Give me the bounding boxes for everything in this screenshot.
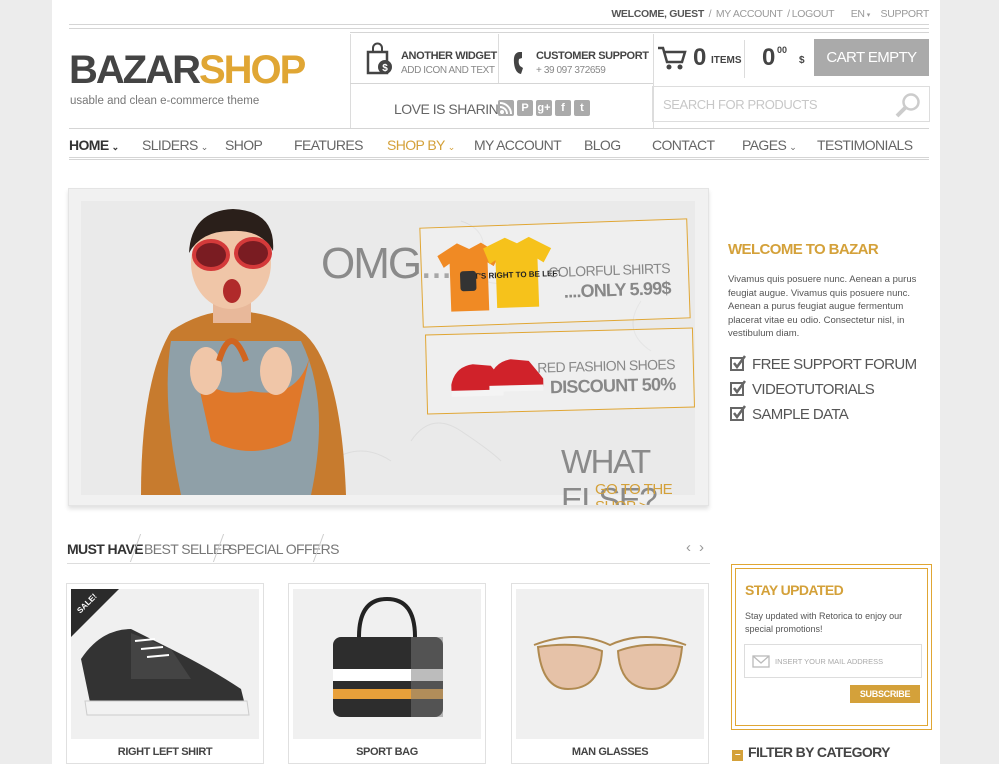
nav-testimonials[interactable]: TESTIMONIALS — [817, 137, 913, 153]
product-card[interactable]: SPORT BAG — [288, 583, 486, 764]
nav-shop-by[interactable]: SHOP BY ⌄ — [387, 137, 455, 153]
main-nav: HOME ⌄ SLIDERS ⌄ SHOP FEATURES SHOP BY ⌄ MY… — [69, 128, 929, 160]
chevron-left-icon[interactable]: ‹ — [686, 539, 691, 556]
bag-image — [333, 596, 443, 717]
product-name[interactable]: MAN GLASSES — [512, 746, 708, 758]
newsletter-text: Stay updated with Retorica to enjoy our … — [745, 611, 903, 634]
facebook-icon[interactable]: f — [555, 100, 571, 116]
product-tabs: MUST HAVE BEST SELLER SPECIAL OFFERS ‹ › — [67, 534, 710, 564]
feature-item: VIDEOTUTORIALS — [730, 380, 875, 398]
logo[interactable]: BAZARSHOP — [69, 48, 306, 92]
chevron-down-icon: ⌄ — [789, 142, 797, 152]
support-phone: + 39 097 372659 — [536, 65, 606, 76]
search-input[interactable] — [653, 87, 883, 121]
tagline: usable and clean e-commerce theme — [70, 95, 260, 107]
filter-by-category[interactable]: – FILTER BY CATEGORY — [732, 744, 891, 761]
nav-contact[interactable]: CONTACT — [652, 137, 715, 153]
cart-currency: $ — [799, 55, 805, 66]
chevron-right-icon[interactable]: › — [699, 539, 704, 556]
logo-part1: BAZAR — [69, 48, 201, 92]
welcome-title: WELCOME TO BAZAR — [728, 241, 879, 258]
promo2-line1: RED FASHION SHOES — [537, 355, 676, 376]
nav-home[interactable]: HOME ⌄ — [69, 137, 119, 153]
widget-title: ANOTHER WIDGET — [401, 50, 497, 62]
widget-subtitle: ADD ICON AND TEXT — [401, 65, 495, 76]
slide-background: OMG.... IT'S RIGHT TO BE LEFT COLORFUL S… — [81, 201, 696, 505]
logout-link[interactable]: LOGOUT — [792, 8, 835, 20]
my-account-link[interactable]: MY ACCOUNT — [716, 8, 783, 20]
cart-items-count: 0 — [693, 44, 707, 71]
promo2-line2: DISCOUNT 50% — [549, 373, 676, 398]
nav-features[interactable]: FEATURES — [294, 137, 363, 153]
divider — [69, 24, 929, 25]
hero-slider[interactable]: OMG.... IT'S RIGHT TO BE LEFT COLORFUL S… — [68, 188, 709, 506]
envelope-icon — [752, 655, 770, 673]
product-image[interactable] — [516, 589, 704, 739]
product-image[interactable] — [293, 589, 481, 739]
promo-shirts[interactable]: IT'S RIGHT TO BE LEFT COLORFUL SHIRTS ..… — [419, 218, 691, 328]
cart-items-label: ITEMS — [711, 55, 742, 66]
page: WELCOME, GUEST / MY ACCOUNT / LOGOUT EN ▾ … — [52, 0, 940, 764]
nav-sliders[interactable]: SLIDERS ⌄ — [142, 137, 208, 153]
language-selector[interactable]: EN ▾ — [849, 8, 871, 20]
google-plus-icon[interactable]: g+ — [536, 100, 552, 116]
chevron-down-icon: ⌄ — [200, 142, 209, 152]
divider — [350, 32, 929, 33]
chevron-down-icon: ⌄ — [111, 142, 120, 152]
shopping-bag-dollar-icon: $ — [365, 42, 393, 81]
email-field[interactable] — [744, 644, 922, 678]
sharing-label: LOVE IS SHARING — [394, 101, 509, 117]
feature-item: FREE SUPPORT FORUM — [730, 355, 917, 373]
cart-total: 0 — [762, 44, 776, 71]
rss-icon[interactable] — [498, 100, 514, 116]
promo-shoes[interactable]: RED FASHION SHOES DISCOUNT 50% — [424, 327, 696, 415]
product-card[interactable]: MAN GLASSES — [511, 583, 709, 764]
minus-icon: – — [732, 750, 743, 761]
welcome-guest-text: WELCOME, GUEST — [611, 8, 704, 20]
nav-blog[interactable]: BLOG — [584, 137, 621, 153]
newsletter-box: STAY UPDATED Stay updated with Retorica … — [731, 564, 932, 730]
nav-shop[interactable]: SHOP — [225, 137, 263, 153]
logo-part2: SHOP — [198, 48, 306, 92]
nav-pages[interactable]: PAGES ⌄ — [742, 137, 797, 153]
glasses-image — [533, 636, 687, 691]
search-icon[interactable] — [895, 92, 921, 123]
chevron-down-icon: ▾ — [866, 12, 871, 19]
customer-support-widget: CUSTOMER SUPPORT + 39 097 372659 — [498, 34, 653, 84]
divider — [744, 40, 745, 78]
cart-total-decimals: 00 — [777, 45, 788, 55]
shirts-image: IT'S RIGHT TO BE LEFT — [437, 236, 562, 312]
chevron-down-icon: ⌄ — [447, 142, 456, 152]
support-link[interactable]: SUPPORT — [881, 8, 930, 20]
divider — [69, 28, 929, 29]
welcome-text: Vivamus quis posuere nunc. Aenean a puru… — [728, 274, 917, 339]
svg-text:$: $ — [382, 63, 388, 74]
search-box — [652, 86, 930, 122]
tab-special-offers[interactable]: SPECIAL OFFERS — [228, 541, 339, 557]
email-input[interactable] — [775, 645, 915, 677]
support-title: CUSTOMER SUPPORT — [536, 50, 649, 62]
product-name[interactable]: SPORT BAG — [289, 746, 485, 758]
newsletter-inner: STAY UPDATED Stay updated with Retorica … — [735, 568, 928, 726]
newsletter-title: STAY UPDATED — [745, 582, 844, 598]
checkbox-checked-icon — [730, 355, 747, 371]
checkbox-checked-icon — [730, 405, 747, 421]
divider — [350, 83, 653, 84]
phone-icon — [513, 50, 527, 81]
subscribe-button[interactable]: SUBSCRIBE — [850, 685, 920, 703]
cart-icon — [657, 45, 687, 76]
product-name[interactable]: RIGHT LEFT SHIRT — [67, 746, 263, 758]
go-to-shop-link[interactable]: GO TO THE SHOP > — [595, 481, 695, 505]
product-card[interactable]: SALE! RIGHT LEFT SHIRT — [66, 583, 264, 764]
cart-empty-button[interactable]: CART EMPTY — [814, 39, 929, 76]
pinterest-icon[interactable]: P — [517, 100, 533, 116]
feature-item: SAMPLE DATA — [730, 405, 849, 423]
promo1-line2: ....ONLY 5.99$ — [563, 277, 671, 302]
nav-my-account[interactable]: MY ACCOUNT — [474, 137, 562, 153]
checkbox-checked-icon — [730, 380, 747, 396]
top-bar: WELCOME, GUEST / MY ACCOUNT / LOGOUT EN ▾ … — [611, 8, 929, 20]
twitter-icon[interactable]: t — [574, 100, 590, 116]
promo1-line1: COLORFUL SHIRTS — [547, 259, 671, 281]
